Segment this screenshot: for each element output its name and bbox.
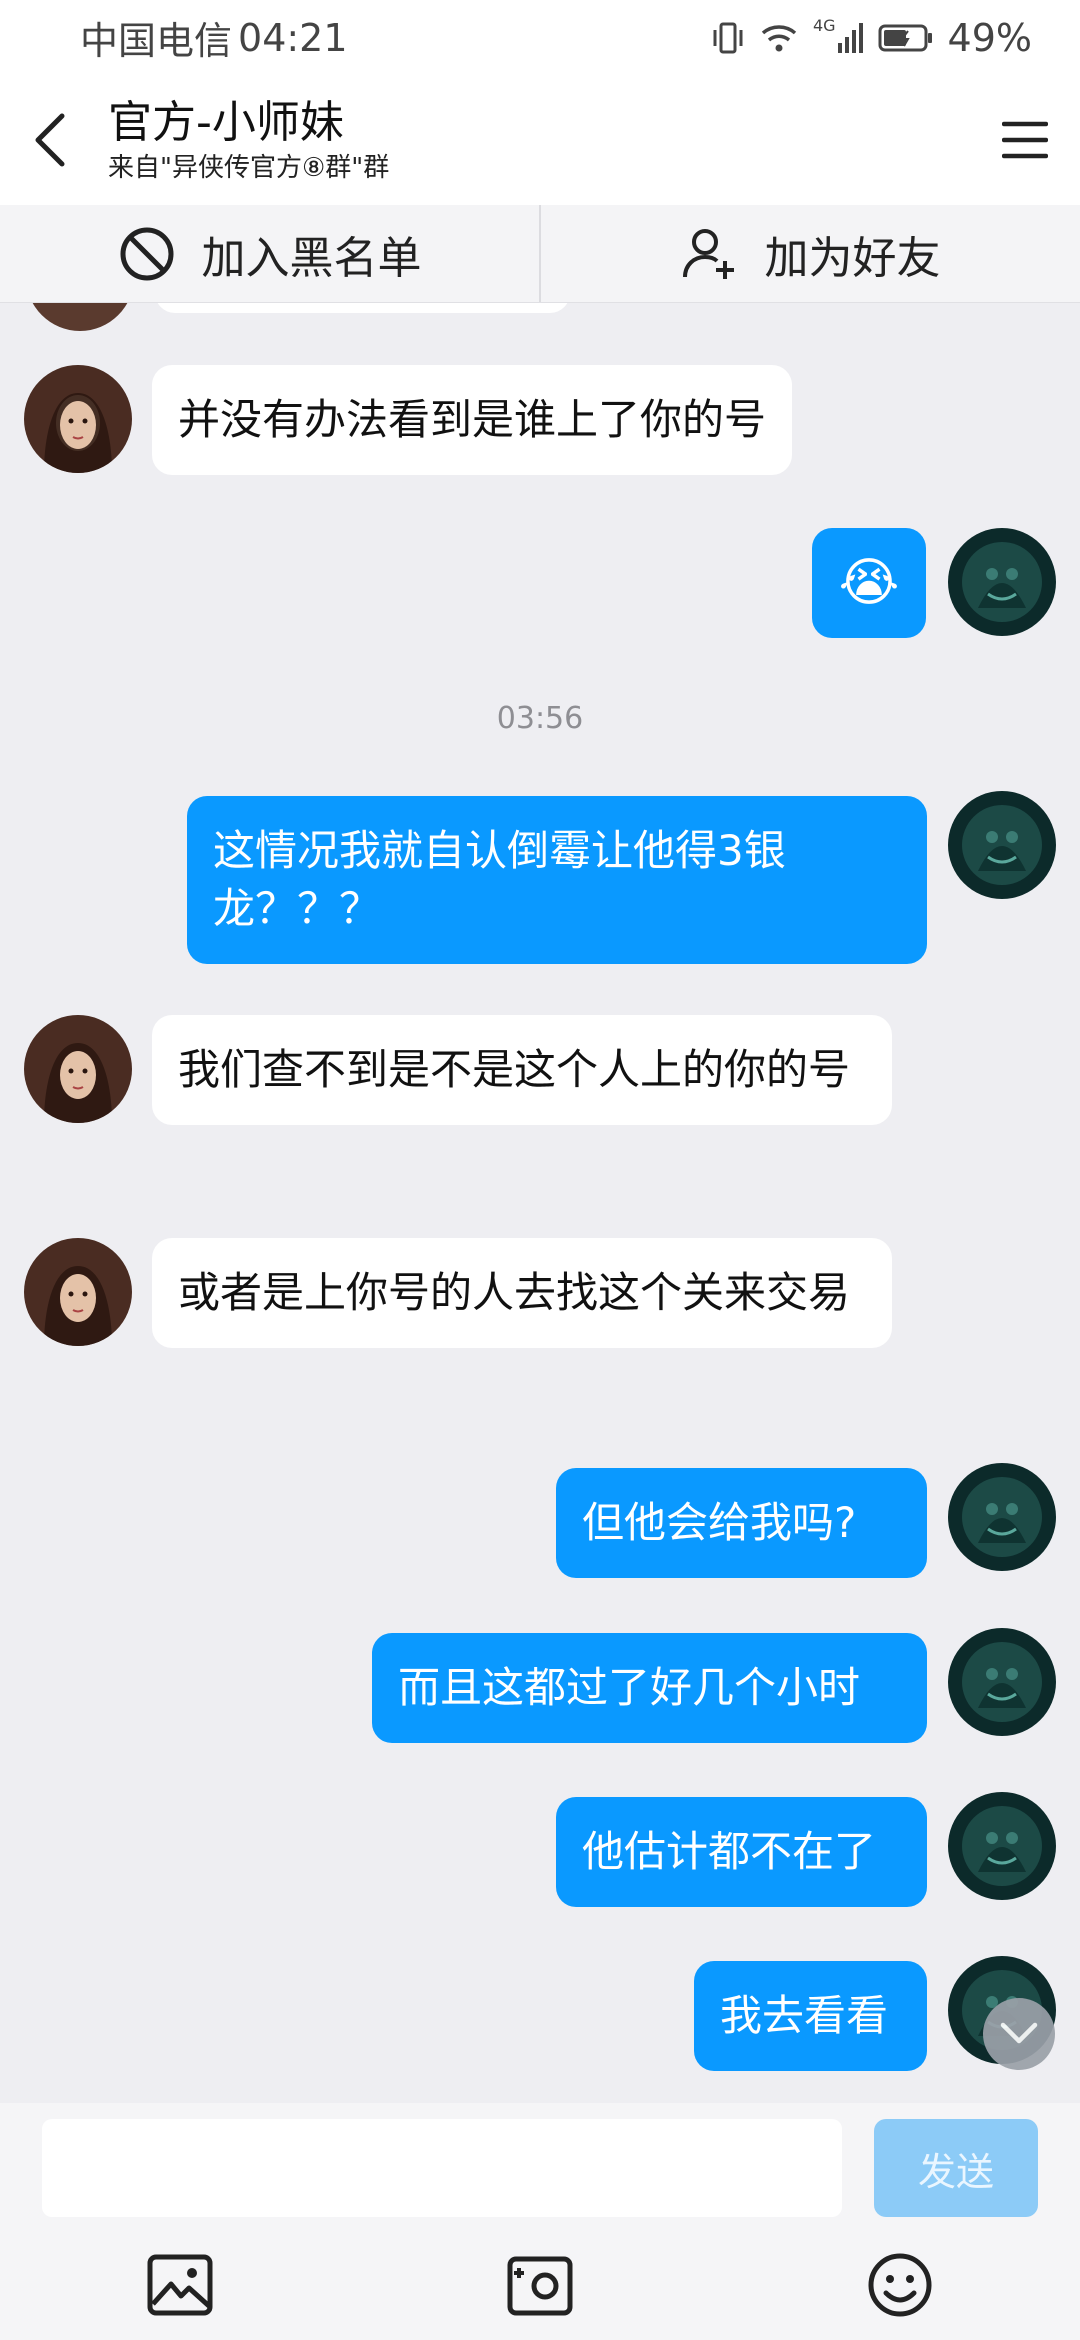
- add-user-icon: [682, 228, 734, 279]
- wifi-icon: [759, 18, 799, 58]
- send-button[interactable]: 发送: [874, 2119, 1038, 2217]
- back-button[interactable]: [0, 75, 100, 205]
- character-avatar-icon: [948, 1463, 1056, 1571]
- timestamp-divider: 03:56: [496, 701, 584, 736]
- avatar[interactable]: [24, 365, 132, 473]
- avatar-self[interactable]: [948, 791, 1056, 899]
- emoji-button[interactable]: [860, 2245, 940, 2325]
- title-wrap: 官方-小师妹 来自"异侠传官方⑧群"群: [100, 95, 970, 185]
- action-bar: 加入黑名单 加为好友: [0, 205, 1080, 303]
- vibrate-icon: [711, 18, 745, 58]
- network-type: 4G: [812, 16, 836, 35]
- avatar-partial: [26, 303, 134, 331]
- chat-header: 官方-小师妹 来自"异侠传官方⑧群"群: [0, 75, 1080, 205]
- chat-subtitle: 来自"异侠传官方⑧群"群: [108, 153, 390, 183]
- chevron-down-icon: [1000, 2022, 1038, 2044]
- character-avatar-icon: [948, 791, 1056, 899]
- clock: 04:21: [238, 15, 348, 60]
- avatar[interactable]: [24, 1015, 132, 1123]
- battery-level: 49%: [947, 15, 1032, 60]
- block-button[interactable]: 加入黑名单: [0, 205, 539, 302]
- message-row-outgoing: 😭: [812, 528, 926, 638]
- message-bubble[interactable]: 这情况我就自认倒霉让他得3银龙？？？: [187, 796, 927, 964]
- chevron-left-icon: [35, 113, 65, 167]
- battery-icon: [878, 18, 934, 58]
- hamburger-menu-icon: [1002, 121, 1048, 159]
- status-right: 4G 49%: [711, 16, 1032, 60]
- message-bubble[interactable]: 我们查不到是不是这个人上的你的号: [152, 1015, 892, 1125]
- message-row-incoming: 我们查不到是不是这个人上的你的号: [24, 1015, 892, 1125]
- emoji-icon: [868, 2253, 932, 2317]
- message-bubble[interactable]: 并没有办法看到是谁上了你的号: [152, 365, 793, 475]
- add-friend-label: 加为好友: [764, 232, 941, 284]
- message-row-outgoing: 我去看看: [694, 1961, 927, 2071]
- message-bubble-partial: [155, 303, 570, 313]
- message-bubble[interactable]: 他估计都不在了: [556, 1797, 927, 1907]
- chat-message-list[interactable]: 并没有办法看到是谁上了你的号 😭 03:56 这情况我就自认倒霉让他得3银龙？？…: [0, 303, 1080, 2103]
- avatar-self[interactable]: [948, 1628, 1056, 1736]
- message-bubble[interactable]: 而且这都过了好几个小时: [372, 1633, 927, 1743]
- image-button[interactable]: [140, 2245, 220, 2325]
- status-left: 中国电信 04:21: [80, 10, 348, 65]
- message-bubble[interactable]: 但他会给我吗?: [556, 1468, 927, 1578]
- signal-icon: 4G: [812, 16, 864, 58]
- message-bubble[interactable]: 我去看看: [694, 1961, 927, 2071]
- message-row-outgoing: 但他会给我吗?: [556, 1468, 927, 1578]
- input-bar: 发送: [0, 2103, 1080, 2340]
- status-bar: 中国电信 04:21 4G 49%: [0, 0, 1080, 75]
- character-avatar-icon: [948, 1628, 1056, 1736]
- block-label: 加入黑名单: [201, 232, 422, 284]
- camera-icon: [507, 2256, 573, 2316]
- menu-button[interactable]: [970, 75, 1080, 205]
- avatar-self[interactable]: [948, 1463, 1056, 1571]
- avatar-self[interactable]: [948, 528, 1056, 636]
- message-row-outgoing: 而且这都过了好几个小时: [372, 1633, 927, 1743]
- character-avatar-icon: [948, 528, 1056, 636]
- chat-title: 官方-小师妹: [108, 97, 344, 148]
- message-bubble-emoji[interactable]: 😭: [812, 528, 926, 638]
- girl-avatar-icon: [24, 1015, 132, 1123]
- scroll-to-bottom-button[interactable]: [983, 1998, 1055, 2070]
- block-icon: [120, 227, 173, 280]
- avatar-self[interactable]: [948, 1792, 1056, 1900]
- message-row-outgoing: 他估计都不在了: [556, 1797, 927, 1907]
- message-row-incoming: 并没有办法看到是谁上了你的号: [24, 365, 793, 475]
- avatar[interactable]: [24, 1238, 132, 1346]
- girl-avatar-icon: [24, 1238, 132, 1346]
- message-row-incoming: 或者是上你号的人去找这个关来交易: [24, 1238, 892, 1348]
- character-avatar-icon: [948, 1792, 1056, 1900]
- carrier-label: 中国电信: [80, 19, 233, 63]
- message-bubble[interactable]: 或者是上你号的人去找这个关来交易: [152, 1238, 892, 1348]
- message-row-outgoing: 这情况我就自认倒霉让他得3银龙？？？: [187, 796, 927, 964]
- image-icon: [147, 2254, 213, 2316]
- message-input[interactable]: [42, 2119, 842, 2217]
- girl-avatar-icon: [24, 365, 132, 473]
- add-friend-button[interactable]: 加为好友: [541, 205, 1080, 302]
- camera-button[interactable]: [500, 2245, 580, 2325]
